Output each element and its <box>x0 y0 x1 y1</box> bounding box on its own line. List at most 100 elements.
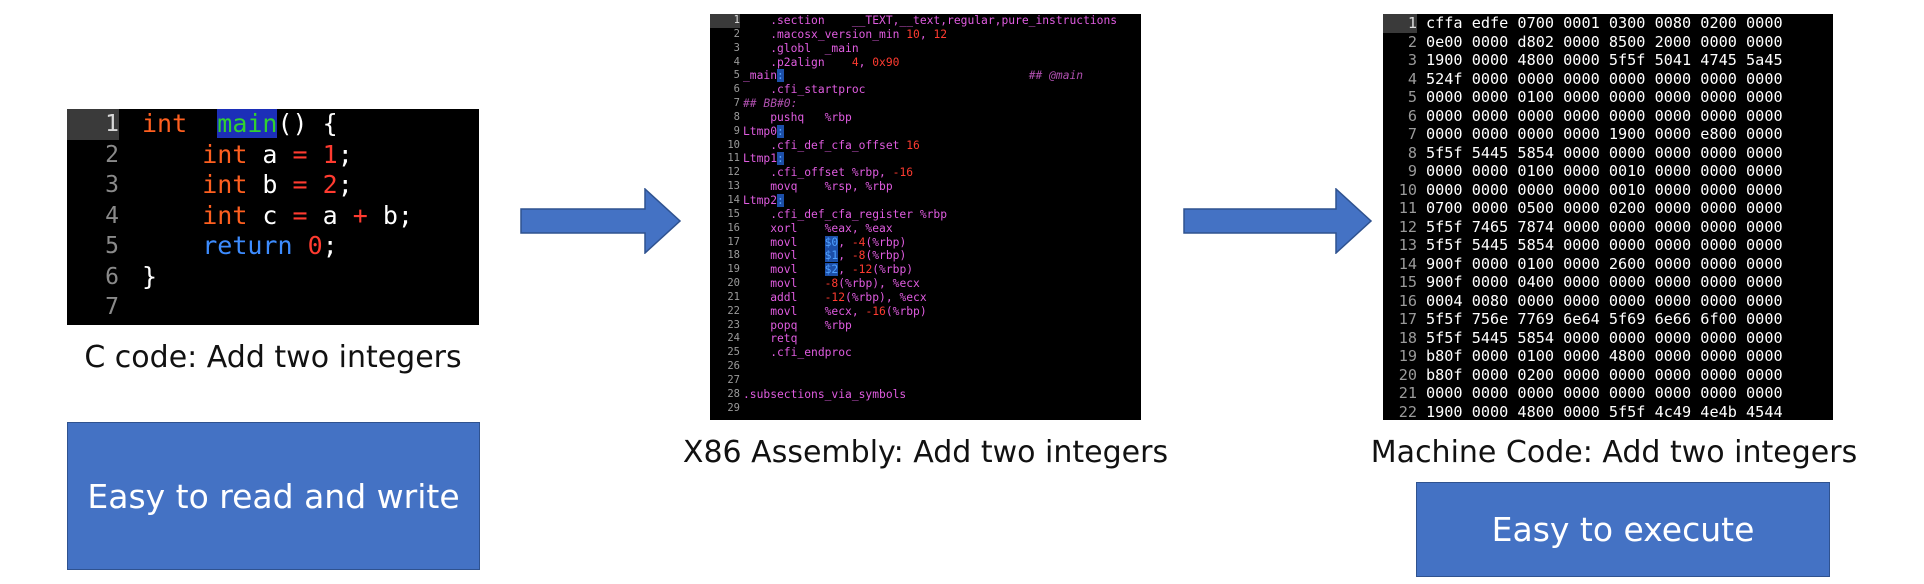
assembly-line: 5 _main: ## @main <box>710 69 1141 83</box>
assembly-line: 17 movl $0, -4(%rbp) <box>710 235 1141 250</box>
asm-token: (%rbp) <box>865 249 907 263</box>
c-token: b <box>247 170 293 199</box>
line-number: 18 <box>1398 328 1417 347</box>
code-text: Ltmp1: <box>743 152 784 166</box>
asm-token: Ltmp2 <box>743 193 778 207</box>
assembly-line: 6 .cfi_startproc <box>710 83 1141 97</box>
asm-token: 10 <box>906 27 920 41</box>
c-code-line: 7 <box>67 292 479 323</box>
code-text: movl -8(%rbp), %ecx <box>743 277 920 291</box>
line-number: 4 <box>105 202 119 229</box>
asm-token: ## BB#0: <box>743 97 798 111</box>
line-number: 25 <box>727 346 740 359</box>
code-text: .cfi_offset %rbp, -16 <box>743 166 913 180</box>
c-token: int <box>202 170 248 199</box>
assembly-caption: X86 Assembly: Add two integers <box>682 435 1169 470</box>
asm-token: 0x90 <box>872 55 900 69</box>
asm-token: Ltmp1 <box>743 152 778 166</box>
line-number: 16 <box>1398 291 1417 310</box>
assembly-line: 26 <box>710 360 1141 374</box>
hex-text: 1900 0000 4800 0000 5f5f 4c49 4e4b 4544 <box>1426 402 1783 421</box>
line-number: 16 <box>727 221 740 234</box>
line-number: 12 <box>727 166 740 179</box>
hex-text: 1900 0000 4800 0000 5f5f 5041 4745 5a45 <box>1426 51 1783 69</box>
assembly-line: 16 xorl %eax, %eax <box>710 222 1141 236</box>
asm-token: , <box>838 263 852 277</box>
c-code-line: 6} <box>67 262 479 293</box>
assembly-line: 1 .section __TEXT,__text,regular,pure_in… <box>710 14 1141 28</box>
code-text: return 0; <box>142 231 338 262</box>
line-number: 17 <box>727 235 740 248</box>
assembly-line: 28 .subsections_via_symbols <box>710 388 1141 402</box>
code-text: pushq %rbp <box>743 111 852 125</box>
hex-text: 0000 0000 0100 0000 0000 0000 0000 0000 <box>1426 88 1783 106</box>
c-code-line: 2 int a = 1; <box>67 140 479 171</box>
asm-token: -16 <box>892 166 914 180</box>
asm-token: -8 <box>824 277 839 291</box>
machine-code-line: 21 0000 0000 0000 0000 0000 0000 0000 000… <box>1383 384 1833 403</box>
arrow-c-to-asm-icon <box>520 188 682 254</box>
easy-to-execute-box: Easy to execute <box>1416 482 1830 577</box>
assembly-line: 24 retq <box>710 332 1141 346</box>
hex-text: 900f 0000 0400 0000 0000 0000 0000 0000 <box>1426 273 1783 291</box>
asm-token: .subsections_via_symbols <box>743 387 907 401</box>
line-number: 14 <box>1398 254 1417 273</box>
assembly-line: 20 movl -8(%rbp), %ecx <box>710 277 1141 291</box>
line-number: 26 <box>727 360 740 373</box>
asm-token: ## @main <box>1028 69 1084 83</box>
hex-text: 900f 0000 0100 0000 2600 0000 0000 0000 <box>1426 254 1783 273</box>
c-token <box>142 140 202 169</box>
line-number: 28 <box>727 387 740 400</box>
code-text: Ltmp0: <box>743 124 784 139</box>
code-text: movl $2, -12(%rbp) <box>743 263 913 277</box>
machine-code-panel: 1 cffa edfe 0700 0001 0300 0080 0200 0000… <box>1383 14 1833 420</box>
machine-code-line: 13 5f5f 5445 5854 0000 0000 0000 0000 000… <box>1383 236 1833 255</box>
assembly-line: 25 .cfi_endproc <box>710 346 1141 360</box>
hex-text: 524f 0000 0000 0000 0000 0000 0000 0000 <box>1426 69 1783 88</box>
c-token <box>308 170 323 199</box>
code-text: int a = 1; <box>142 140 353 171</box>
code-text: .cfi_def_cfa_register %rbp <box>743 208 947 222</box>
line-number: 6 <box>733 83 740 96</box>
c-token: } <box>142 261 158 291</box>
line-number: 29 <box>727 401 740 414</box>
c-token: int <box>202 200 248 230</box>
asm-token: .cfi_endproc <box>743 346 852 360</box>
asm-token: 4 <box>851 55 859 69</box>
line-number: 15 <box>727 207 740 220</box>
code-text: retq <box>743 332 797 346</box>
asm-token: (%rbp), %ecx <box>845 290 927 304</box>
arrow-asm-to-machine-icon <box>1183 188 1373 254</box>
c-token: int <box>142 109 188 138</box>
c-token <box>142 231 202 260</box>
line-number: 19 <box>1398 347 1417 365</box>
assembly-line: 12 .cfi_offset %rbp, -16 <box>710 166 1141 180</box>
asm-token: .cfi_def_cfa_register %rbp <box>743 207 948 221</box>
c-code-line: 5 return 0; <box>67 231 479 262</box>
asm-token: : <box>777 69 784 83</box>
asm-token: -4 <box>851 235 866 249</box>
assembly-line: 3 .globl _main <box>710 42 1141 56</box>
asm-token: (%rbp), %ecx <box>838 277 920 291</box>
asm-token: 12 <box>933 27 948 41</box>
line-number: 13 <box>727 180 740 193</box>
hex-text: 0000 0000 0000 0000 0010 0000 0000 0000 <box>1426 180 1783 199</box>
c-token: a <box>247 139 293 169</box>
line-number: 5 <box>733 69 740 82</box>
c-code-line: 1 int main() { <box>67 109 479 140</box>
c-token: + <box>352 200 368 230</box>
line-number: 11 <box>727 152 740 165</box>
line-number: 9 <box>1407 162 1417 180</box>
line-number: 5 <box>105 233 119 259</box>
machine-code-line: 7 0000 0000 0000 0000 1900 0000 e800 0000 <box>1383 125 1833 144</box>
assembly-line: 4 .p2align 4, 0x90 <box>710 56 1141 70</box>
code-text: .cfi_startproc <box>743 83 865 97</box>
assembly-line: 23 popq %rbp <box>710 319 1141 333</box>
machine-code-line: 22 1900 0000 4800 0000 5f5f 4c49 4e4b 454… <box>1383 403 1833 421</box>
hex-text: b80f 0000 0200 0000 0000 0000 0000 0000 <box>1426 365 1783 384</box>
c-code-panel: 1 int main() {2 int a = 1; 3 int b = 2; 4 i… <box>67 109 479 325</box>
hex-text: b80f 0000 0100 0000 4800 0000 0000 0000 <box>1426 347 1783 365</box>
line-number: 3 <box>1407 51 1417 69</box>
line-number: 12 <box>1398 217 1417 236</box>
asm-token: xorl %eax, %eax <box>743 221 893 235</box>
